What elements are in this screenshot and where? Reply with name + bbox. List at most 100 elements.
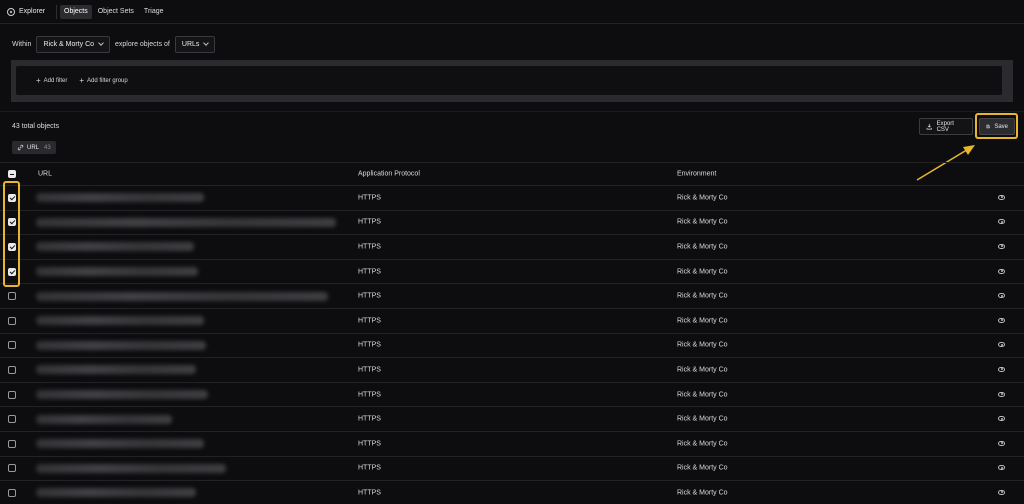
eye-icon[interactable] <box>998 194 1005 200</box>
protocol-cell: HTTPS <box>358 391 381 399</box>
tab-triage[interactable]: Triage <box>140 5 168 19</box>
row-checkbox[interactable] <box>8 267 16 276</box>
nav-divider <box>56 4 57 19</box>
add-filter-group-button[interactable]: + Add filter group <box>79 75 128 85</box>
export-csv-button[interactable]: Export CSV <box>919 118 973 135</box>
query-row: Within Rick & Morty Co explore objects o… <box>12 35 216 53</box>
url-cell-redacted[interactable] <box>36 217 336 227</box>
table-row[interactable]: HTTPS Rick & Morty Co <box>0 432 1024 457</box>
eye-icon[interactable] <box>998 366 1005 372</box>
environment-cell: Rick & Morty Co <box>677 292 728 300</box>
table-row[interactable]: HTTPS Rick & Morty Co <box>0 383 1024 408</box>
row-checkbox[interactable] <box>8 242 16 251</box>
url-cell-redacted[interactable] <box>36 193 204 203</box>
table-row[interactable]: HTTPS Rick & Morty Co <box>0 186 1024 211</box>
url-cell-redacted[interactable] <box>36 390 208 400</box>
url-cell-redacted[interactable] <box>36 316 204 326</box>
protocol-cell: HTTPS <box>358 440 381 448</box>
environment-cell: Rick & Morty Co <box>677 194 728 202</box>
floppy-disk-icon <box>986 124 990 129</box>
top-nav: Explorer Objects Object Sets Triage <box>0 0 1024 24</box>
eye-icon[interactable] <box>998 268 1005 274</box>
environment-cell: Rick & Morty Co <box>677 218 728 226</box>
protocol-cell: HTTPS <box>358 243 381 251</box>
table-row[interactable]: HTTPS Rick & Morty Co <box>0 358 1024 383</box>
environment-cell: Rick & Morty Co <box>677 440 728 448</box>
environment-cell: Rick & Morty Co <box>677 341 728 349</box>
protocol-cell: HTTPS <box>358 341 381 349</box>
table-row[interactable]: HTTPS Rick & Morty Co <box>0 334 1024 359</box>
add-filter-label: Add filter <box>43 77 68 84</box>
environment-select[interactable]: Rick & Morty Co <box>36 35 111 53</box>
eye-icon[interactable] <box>998 317 1005 323</box>
table-row[interactable]: HTTPS Rick & Morty Co <box>0 481 1024 504</box>
table-row[interactable]: HTTPS Rick & Morty Co <box>0 211 1024 236</box>
url-cell-redacted[interactable] <box>36 242 194 252</box>
eye-icon[interactable] <box>998 391 1005 397</box>
table-row[interactable]: HTTPS Rick & Morty Co <box>0 260 1024 285</box>
row-checkbox[interactable] <box>8 415 16 424</box>
url-cell-redacted[interactable] <box>36 439 204 449</box>
url-cell-redacted[interactable] <box>36 291 328 301</box>
eye-icon[interactable] <box>998 465 1005 471</box>
table-row[interactable]: HTTPS Rick & Morty Co <box>0 457 1024 482</box>
eye-icon[interactable] <box>998 416 1005 422</box>
within-label: Within <box>12 40 32 48</box>
url-cell-redacted[interactable] <box>36 365 196 375</box>
table-row[interactable]: HTTPS Rick & Morty Co <box>0 235 1024 260</box>
environment-cell: Rick & Morty Co <box>677 268 728 276</box>
table-row[interactable]: HTTPS Rick & Morty Co <box>0 284 1024 309</box>
column-header-protocol[interactable]: Application Protocol <box>358 171 420 178</box>
row-checkbox[interactable] <box>8 341 16 350</box>
environment-cell: Rick & Morty Co <box>677 489 728 497</box>
protocol-cell: HTTPS <box>358 292 381 300</box>
protocol-cell: HTTPS <box>358 194 381 202</box>
add-filter-button[interactable]: + Add filter <box>36 76 68 85</box>
eye-icon[interactable] <box>998 219 1005 225</box>
table-row[interactable]: HTTPS Rick & Morty Co <box>0 407 1024 432</box>
save-button[interactable]: Save <box>979 118 1015 135</box>
row-checkbox[interactable] <box>8 193 16 202</box>
eye-icon[interactable] <box>998 342 1005 348</box>
url-cell-redacted[interactable] <box>36 267 198 277</box>
url-cell-redacted[interactable] <box>36 488 196 498</box>
tag-label: URL <box>27 144 40 151</box>
protocol-cell: HTTPS <box>358 489 381 497</box>
tab-object-sets[interactable]: Object Sets <box>94 5 138 19</box>
eye-icon[interactable] <box>998 489 1005 495</box>
tag-count: 43 <box>44 144 51 151</box>
eye-icon[interactable] <box>998 293 1005 299</box>
add-filter-group-label: Add filter group <box>87 77 128 84</box>
plus-icon: + <box>79 75 85 85</box>
url-cell-redacted[interactable] <box>36 414 172 424</box>
filter-area: + Add filter + Add filter group <box>16 66 1002 95</box>
column-header-url[interactable]: URL <box>38 171 52 178</box>
chevron-down-icon <box>203 40 210 46</box>
row-checkbox[interactable] <box>8 292 16 301</box>
row-checkbox[interactable] <box>8 488 16 497</box>
row-checkbox[interactable] <box>8 365 16 374</box>
row-checkbox[interactable] <box>8 390 16 399</box>
row-checkbox[interactable] <box>8 439 16 448</box>
select-all-checkbox[interactable] <box>8 170 16 178</box>
environment-cell: Rick & Morty Co <box>677 366 728 374</box>
column-header-environment[interactable]: Environment <box>677 171 716 178</box>
object-type-select[interactable]: URLs <box>174 35 216 53</box>
eye-icon[interactable] <box>998 243 1005 249</box>
brand[interactable]: Explorer <box>0 7 56 16</box>
row-checkbox[interactable] <box>8 316 16 325</box>
environment-select-value: Rick & Morty Co <box>43 40 95 48</box>
object-type-tag[interactable]: URL 43 <box>12 141 56 154</box>
row-checkbox[interactable] <box>8 218 16 227</box>
url-cell-redacted[interactable] <box>36 340 206 350</box>
table-row[interactable]: HTTPS Rick & Morty Co <box>0 309 1024 334</box>
download-icon <box>926 123 932 130</box>
eye-icon[interactable] <box>998 440 1005 446</box>
protocol-cell: HTTPS <box>358 218 381 226</box>
tab-objects[interactable]: Objects <box>60 4 92 19</box>
section-divider <box>0 111 1024 112</box>
export-csv-label: Export CSV <box>936 120 954 133</box>
row-checkbox[interactable] <box>8 464 16 473</box>
total-count: 43 total objects <box>12 123 60 130</box>
url-cell-redacted[interactable] <box>36 463 226 473</box>
